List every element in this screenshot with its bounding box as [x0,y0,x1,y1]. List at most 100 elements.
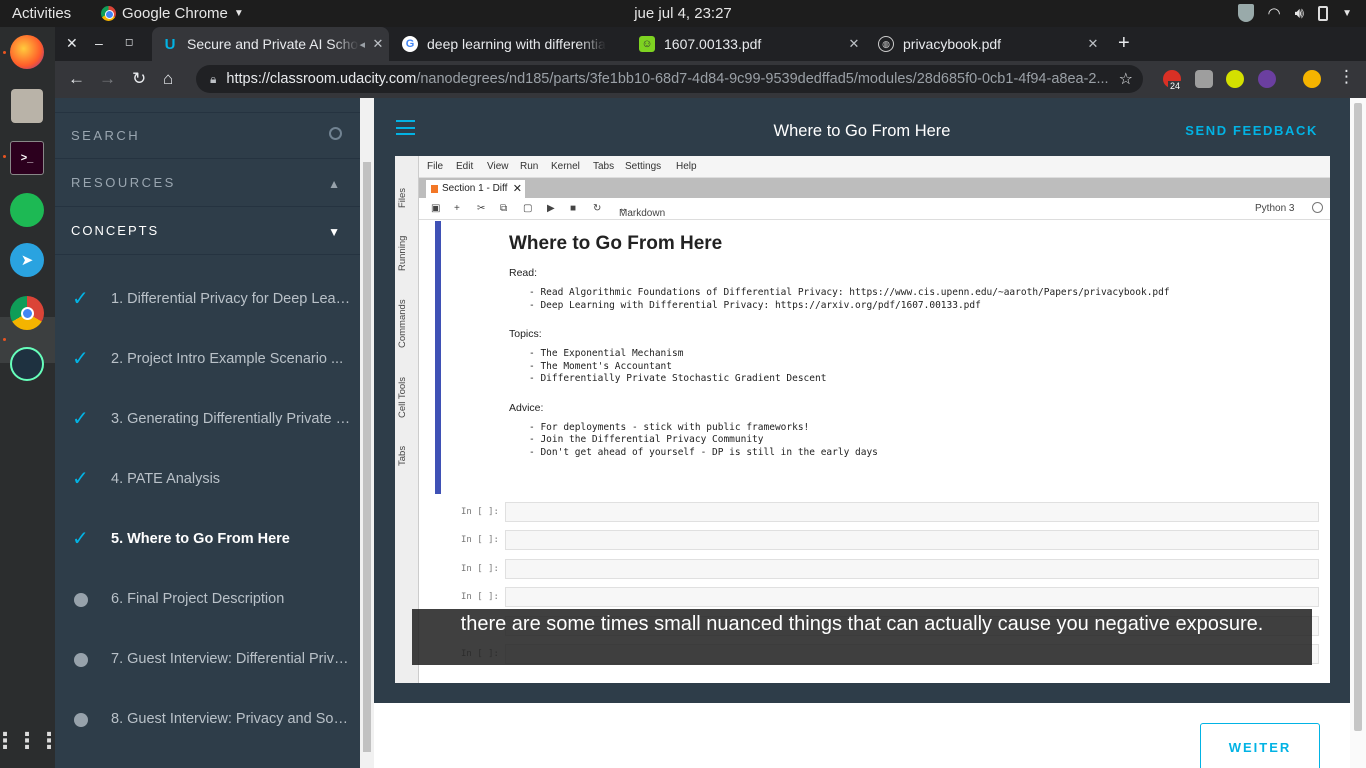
battery-icon[interactable] [1318,5,1329,21]
tab-pdf-arxiv[interactable]: ☺ 1607.00133.pdf ✕ [629,27,865,61]
notebook-section-label: Topics: [509,328,542,340]
tab-pdf-privacybook[interactable]: ◍ privacybook.pdf ✕ [868,27,1104,61]
lock-icon[interactable]: 🔒︎ [210,72,216,87]
concept-label: 2. Project Intro Example Scenario ... [111,351,344,367]
notebook-list-item: - Don't get ahead of yourself - DP is st… [529,446,878,458]
purple-extension-icon[interactable] [1258,70,1276,88]
firefox-icon[interactable] [10,35,44,69]
concept-item[interactable]: ✓ 2. Project Intro Example Scenario ... [55,331,360,391]
spotify-icon[interactable] [10,193,44,227]
tab-google-search[interactable]: G deep learning with differential privac… [392,27,628,61]
jupyter-toolbar: ▣ + ✂ ⧉ ▢ ▶ ■ ↻ Markdown ⌄ Python 3 [419,198,1330,220]
video-player[interactable]: File Edit View Run Kernel Tabs Settings … [395,156,1330,683]
chrome-icon[interactable] [10,296,44,330]
concept-item[interactable]: ✓ 3. Generating Differentially Private L… [55,391,360,451]
new-tab-button[interactable]: + [1118,32,1130,55]
main-scrollbar[interactable] [1350,98,1366,768]
running-indicator [3,51,6,54]
concept-item[interactable]: 8. Guest Interview: Privacy and Society [55,691,360,751]
jupyter-side-tab: Cell Tools [397,376,408,418]
arxiv-favicon-icon: ☺ [639,36,655,52]
jupyter-side-tab: Running [397,235,408,271]
home-icon[interactable]: ⌂ [163,69,173,89]
reload-icon[interactable]: ↻ [132,69,146,89]
clock[interactable]: jue jul 4, 23:27 [0,5,1366,22]
sidebar-scrollbar[interactable] [360,98,374,768]
concept-item[interactable]: 7. Guest Interview: Differential Privacy [55,631,360,691]
yellow-extension-icon[interactable] [1226,70,1244,88]
close-window-icon[interactable]: ✕ [66,35,78,52]
sidebar-concepts[interactable]: CONCEPTS ▼ [55,207,360,255]
gitkraken-icon[interactable] [10,347,44,381]
globe-icon: ◍ [878,36,894,52]
database-extension-icon[interactable] [1195,70,1213,88]
kernel-name: Python 3 [1255,203,1295,214]
concept-item[interactable]: ✓ 4. PATE Analysis [55,451,360,511]
run-icon: ▶ [547,203,555,214]
maximize-window-icon[interactable]: ◻ [125,37,133,48]
browser-tab-strip: ✕ – ◻ U Secure and Private AI Scholarshi… [55,27,1366,61]
forward-icon[interactable]: → [99,69,116,89]
jupyter-side-tab: Tabs [397,445,408,466]
address-bar[interactable]: 🔒︎ https://classroom.udacity.com/nanodeg… [196,65,1143,93]
jupyter-side-tab: Commands [397,299,408,348]
incomplete-dot-icon [74,653,88,667]
code-cell-box [505,502,1319,522]
scrollbar-thumb[interactable] [363,162,371,752]
jupyter-menu-item: Tabs [593,161,615,172]
power-menu-icon[interactable]: ▼ [1342,8,1352,19]
volume-icon[interactable]: 🔊︎ [1295,5,1304,22]
speaker-icon[interactable]: ◂︎ [359,38,365,51]
close-icon: ✕ [512,183,522,195]
send-feedback-button[interactable]: SEND FEEDBACK [1185,123,1318,138]
save-icon: ▣ [431,203,441,214]
concept-item[interactable]: 6. Final Project Description [55,571,360,631]
concept-item-current[interactable]: ✓ 5. Where to Go From Here [55,511,360,571]
jupyter-menu-item: Help [676,161,697,172]
check-icon: ✓ [72,348,89,370]
notebook-section-label: Advice: [509,401,544,414]
chevron-down-icon[interactable]: ▼ [328,225,340,239]
minimize-window-icon[interactable]: – [95,35,103,51]
close-tab-icon[interactable]: ✕ [367,36,389,52]
code-cell-box [505,587,1319,607]
terminal-icon[interactable]: >_ [10,141,44,175]
copy-icon: ⧉ [500,203,508,214]
back-icon[interactable]: ← [68,69,85,89]
close-tab-icon[interactable]: ✕ [843,36,865,52]
search-icon[interactable] [329,127,342,140]
code-cell: In [ ]: [461,559,1321,579]
input-prompt: In [ ]: [461,564,499,574]
bookmark-star-icon[interactable]: ☆ [1118,69,1133,89]
running-indicator [3,338,6,341]
jupyter-side-tabs: Files Running Commands Cell Tools Tabs [395,156,419,683]
tab-udacity[interactable]: U Secure and Private AI Scholarship Chal… [152,27,389,61]
scrollbar-thumb[interactable] [1354,103,1362,731]
shield-icon[interactable] [1237,4,1254,22]
resources-label: RESOURCES [71,175,176,190]
notebook-list-item: - Differentially Private Stochastic Grad… [529,373,827,384]
profile-avatar[interactable] [1303,70,1321,88]
dock: >_ ➤ ⋮⋮⋮ [0,27,60,768]
google-favicon-icon: G [402,36,418,52]
jupyter-notebook-tab: Section 1 - Diff ✕ [426,180,525,198]
concept-label: 3. Generating Differentially Private Lab… [111,411,351,427]
sidebar-search[interactable]: SEARCH [55,112,360,159]
concept-label: 5. Where to Go From Here [111,531,290,547]
sidebar-resources[interactable]: RESOURCES ▲ [55,159,360,207]
wifi-icon[interactable]: ◠ [1268,4,1281,22]
chrome-menu-icon[interactable]: ⋮ [1338,67,1355,87]
app-grid-icon[interactable]: ⋮⋮⋮ [0,724,60,758]
paste-icon: ▢ [523,203,533,214]
active-cell-indicator [435,221,441,494]
system-tray[interactable]: ◠ 🔊︎ ▼ [1237,4,1352,22]
telegram-icon[interactable]: ➤ [10,243,44,277]
files-icon[interactable] [11,89,43,123]
next-button[interactable]: WEITER [1200,723,1320,768]
concept-item[interactable]: ✓ 1. Differential Privacy for Deep Learn… [55,271,360,331]
lesson-main: Where to Go From Here SEND FEEDBACK File… [374,98,1366,768]
cut-icon: ✂ [477,203,486,214]
notebook-markdown-cell: Where to Go From Here Read: - Read Algor… [509,226,1309,459]
close-tab-icon[interactable]: ✕ [1082,36,1104,52]
chevron-up-icon[interactable]: ▲ [328,177,340,191]
